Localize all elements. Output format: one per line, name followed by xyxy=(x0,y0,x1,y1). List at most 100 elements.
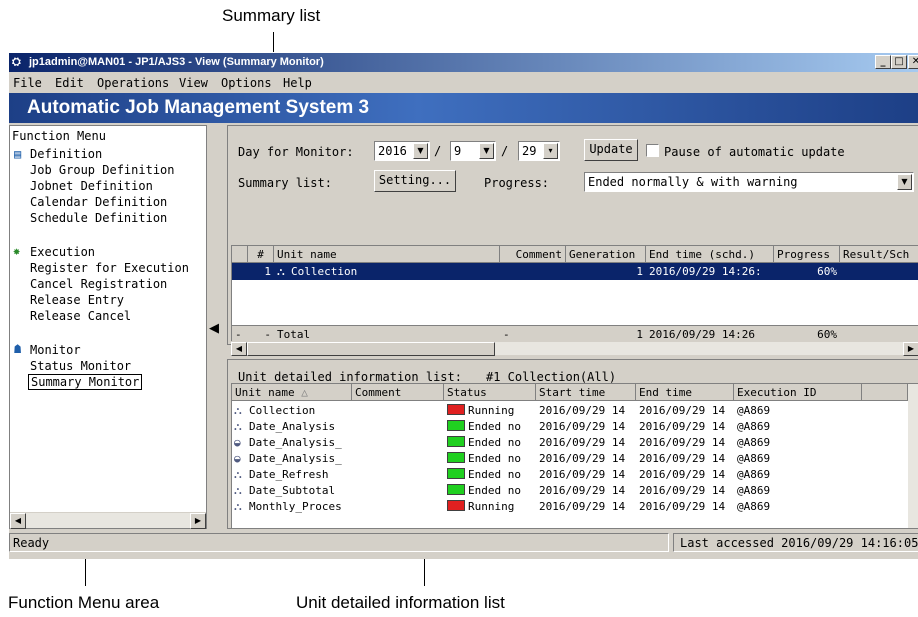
execution-icon: ✸ xyxy=(13,244,21,258)
row-progress: 60% xyxy=(817,265,837,278)
function-calendar-definition[interactable]: Calendar Definition xyxy=(30,195,167,209)
total-col-0: - xyxy=(235,328,242,341)
setting-button[interactable]: Setting... xyxy=(374,170,456,192)
column-header-execution-id[interactable]: Execution ID xyxy=(734,384,862,401)
function-cancel-registration[interactable]: Cancel Registration xyxy=(30,277,167,291)
callout-unit-detail: Unit detailed information list xyxy=(296,593,505,612)
pane-splitter[interactable]: ◀ xyxy=(207,125,227,529)
row-start-time: 2016/09/29 14 xyxy=(539,500,626,513)
menu-file[interactable]: File xyxy=(13,76,42,90)
function-monitor-title[interactable]: Monitor xyxy=(30,343,81,357)
menu-operations[interactable]: Operations xyxy=(97,76,169,90)
row-status: Running xyxy=(444,402,536,418)
menu-help[interactable]: Help xyxy=(283,76,312,90)
menu-view[interactable]: View xyxy=(179,76,208,90)
progress-value: Ended normally & with warning xyxy=(588,175,798,189)
function-release-entry[interactable]: Release Entry xyxy=(30,293,124,307)
function-menu-hscrollbar[interactable]: ◀ ▶ xyxy=(10,512,206,529)
scroll-right-arrow-icon[interactable]: ▶ xyxy=(190,513,206,529)
status-text: Ready xyxy=(9,533,669,552)
scroll-left-arrow-icon[interactable]: ◀ xyxy=(231,342,247,356)
row-unit-name: Date_Refresh xyxy=(249,468,329,481)
column-header-start-time[interactable]: Start time xyxy=(536,384,636,401)
menu-options[interactable]: Options xyxy=(221,76,272,90)
year-select[interactable]: 2016 ▼ xyxy=(374,141,430,161)
banner-title: Automatic Job Management System 3 xyxy=(27,97,370,118)
unit-detail-vscrollbar[interactable] xyxy=(908,384,918,528)
scroll-left-arrow-icon[interactable]: ◀ xyxy=(10,513,26,529)
day-for-monitor-label: Day for Monitor: xyxy=(238,145,354,159)
unit-detail-row[interactable]: ⛬ Collection Running 2016/09/29 14 2016/09/2… xyxy=(232,402,908,418)
summary-hscrollbar[interactable]: ◀ ▶ xyxy=(231,341,918,356)
column-header-number[interactable]: # xyxy=(248,246,274,263)
status-color-icon xyxy=(447,452,465,463)
maximize-button[interactable]: □ xyxy=(891,55,907,69)
menu-edit[interactable]: Edit xyxy=(55,76,84,90)
row-unit-name: Collection xyxy=(291,265,358,278)
date-separator: / xyxy=(501,144,509,158)
column-header-progress[interactable]: Progress xyxy=(774,246,840,263)
scroll-right-arrow-icon[interactable]: ▶ xyxy=(903,342,918,356)
function-register-for-execution[interactable]: Register for Execution xyxy=(30,261,189,275)
title-bar[interactable]: ⛭ jp1admin@MAN01 - JP1/AJS3 - View (Summ… xyxy=(9,53,918,72)
close-button[interactable]: ✕ xyxy=(908,55,918,69)
function-summary-monitor[interactable]: Summary Monitor xyxy=(28,374,143,390)
minimize-button[interactable]: _ xyxy=(875,55,891,69)
function-job-group-definition[interactable]: Job Group Definition xyxy=(30,163,175,177)
unit-detail-row[interactable]: ⛬ Monthly_Proces Running 2016/09/29 14 2016/… xyxy=(232,498,908,514)
column-header-end-time[interactable]: End time (schd.) xyxy=(646,246,774,263)
unit-detail-row[interactable]: ⛬ Date_Analysis Ended no 2016/09/29 14 2016/… xyxy=(232,418,908,434)
column-header-status[interactable]: Status xyxy=(444,384,536,401)
summary-row-selected[interactable]: 1 ⛬ Collection 1 2016/09/29 14:26: 60% xyxy=(232,263,918,280)
unit-detail-row[interactable]: ◒ Date_Analysis_ Ended no 2016/09/29 14 2016… xyxy=(232,434,908,450)
column-header-result[interactable]: Result/Sch xyxy=(840,246,918,263)
column-header-comment[interactable]: Comment xyxy=(352,384,444,401)
row-generation: 1 xyxy=(636,265,643,278)
unit-detail-target: #1 Collection(All) xyxy=(486,370,617,384)
unit-detail-row[interactable]: ◒ Date_Analysis_ Ended no 2016/09/29 14 2016… xyxy=(232,450,908,466)
row-status-text: Ended no xyxy=(468,436,521,449)
row-execution-id: @A869 xyxy=(737,484,771,497)
chevron-down-icon[interactable]: ▼ xyxy=(897,174,912,190)
function-definition-title[interactable]: Definition xyxy=(30,147,102,161)
function-execution-title[interactable]: Execution xyxy=(30,245,95,259)
function-menu: Function Menu ▤ Definition Job Group Def… xyxy=(9,125,207,529)
spin-arrows-icon[interactable]: ▾ xyxy=(543,143,558,159)
function-schedule-definition[interactable]: Schedule Definition xyxy=(30,211,167,225)
row-end-time: 2016/09/29 14 xyxy=(639,420,726,433)
update-button[interactable]: Update xyxy=(584,139,638,161)
row-start-time: 2016/09/29 14 xyxy=(539,484,626,497)
collapse-left-icon[interactable]: ◀ xyxy=(209,321,219,336)
function-jobnet-definition[interactable]: Jobnet Definition xyxy=(30,179,153,193)
status-color-icon xyxy=(447,484,465,495)
column-header-generation[interactable]: Generation xyxy=(566,246,646,263)
status-color-icon xyxy=(447,500,465,511)
row-status-text: Ended no xyxy=(468,484,521,497)
chevron-down-icon[interactable]: ▼ xyxy=(413,143,428,159)
column-header-unit-name[interactable]: Unit name xyxy=(274,246,500,263)
unit-detail-row[interactable]: ⛬ Date_Subtotal Ended no 2016/09/29 14 2016/… xyxy=(232,482,908,498)
day-spinner[interactable]: 29 ▾ xyxy=(518,141,560,161)
progress-select[interactable]: Ended normally & with warning ▼ xyxy=(584,172,914,192)
column-header-unit-name[interactable]: Unit name △ xyxy=(232,384,352,401)
row-status-text: Running xyxy=(468,500,515,513)
column-header-comment[interactable]: Comment xyxy=(500,246,566,263)
month-select[interactable]: 9 ▼ xyxy=(450,141,496,161)
scroll-thumb[interactable] xyxy=(247,342,495,356)
row-unit-name: Date_Subtotal xyxy=(249,484,336,497)
function-status-monitor[interactable]: Status Monitor xyxy=(30,359,131,373)
day-value: 29 xyxy=(522,144,537,158)
row-execution-id: @A869 xyxy=(737,452,771,465)
column-header-end-time[interactable]: End time xyxy=(636,384,734,401)
row-execution-id: @A869 xyxy=(737,420,771,433)
row-start-time: 2016/09/29 14 xyxy=(539,420,626,433)
row-status: Ended no xyxy=(444,482,536,498)
menu-bar: File Edit Operations View Options Help xyxy=(9,72,918,92)
total-col-1: - xyxy=(264,328,271,341)
unit-detail-row[interactable]: ⛬ Date_Refresh Ended no 2016/09/29 14 2016/0… xyxy=(232,466,908,482)
unit-detail-grid[interactable]: Unit name △ Comment Status Start time En… xyxy=(231,383,918,529)
status-color-icon xyxy=(447,468,465,479)
pause-auto-update-checkbox[interactable] xyxy=(646,144,659,157)
chevron-down-icon[interactable]: ▼ xyxy=(479,143,494,159)
function-release-cancel[interactable]: Release Cancel xyxy=(30,309,131,323)
